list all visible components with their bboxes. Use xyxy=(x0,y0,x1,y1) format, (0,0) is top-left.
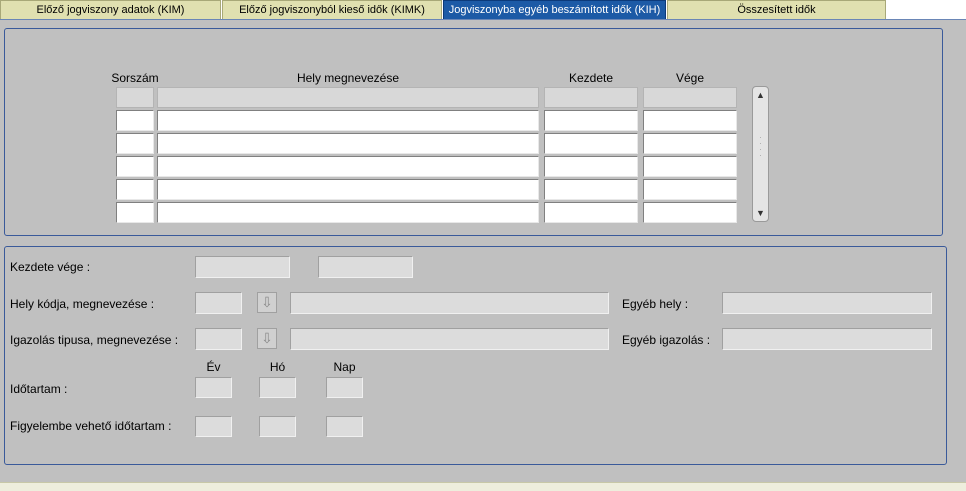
triangle-down-icon[interactable]: ▼ xyxy=(754,207,767,219)
cell-sorszam[interactable] xyxy=(116,110,154,131)
tab-osszesitett-idok[interactable]: Összesített idők xyxy=(667,0,886,19)
cell-kezdete[interactable] xyxy=(544,110,638,131)
egyeb-hely-field[interactable] xyxy=(722,292,932,314)
idotartam-ho-field[interactable] xyxy=(259,377,296,398)
cell-sorszam[interactable] xyxy=(116,156,154,177)
grid-scrollbar[interactable]: ▲ · · · · ▼ xyxy=(752,86,769,222)
hely-nev-field[interactable] xyxy=(290,292,609,314)
ev-label: Év xyxy=(206,360,221,374)
cell-vege[interactable] xyxy=(643,202,737,223)
tab-kieso-idok[interactable]: Előző jogviszonyból kieső idők (KIMK) xyxy=(222,0,442,19)
grid-header-cell-sorszam xyxy=(116,87,154,108)
hely-kod-field[interactable] xyxy=(195,292,242,314)
egyeb-hely-label: Egyéb hely : xyxy=(622,297,689,311)
cell-vege[interactable] xyxy=(643,179,737,200)
grid-header-cell-kezdete xyxy=(544,87,638,108)
down-arrow-icon: ⇩ xyxy=(261,294,273,310)
cell-kezdete[interactable] xyxy=(544,156,638,177)
header-sorszam: Sorszám xyxy=(111,71,159,85)
idotartam-ev-field[interactable] xyxy=(195,377,232,398)
tab-bar: Előző jogviszony adatok (KIM) Előző jogv… xyxy=(0,0,966,20)
tab-underline xyxy=(0,19,966,20)
header-kezdete: Kezdete xyxy=(568,71,614,85)
cell-hely[interactable] xyxy=(157,179,539,200)
tab-egyeb-beszamitott-idok[interactable]: Jogviszonyba egyéb beszámított idők (KIH… xyxy=(443,0,666,20)
nap-label: Nap xyxy=(333,360,356,374)
header-vege: Vége xyxy=(675,71,705,85)
cell-sorszam[interactable] xyxy=(116,179,154,200)
cell-sorszam[interactable] xyxy=(116,133,154,154)
cell-vege[interactable] xyxy=(643,156,737,177)
cell-kezdete[interactable] xyxy=(544,179,638,200)
figyelembe-ev-field[interactable] xyxy=(195,416,232,437)
cell-vege[interactable] xyxy=(643,110,737,131)
grid-header-cell-hely xyxy=(157,87,539,108)
cell-hely[interactable] xyxy=(157,202,539,223)
figyelembe-nap-field[interactable] xyxy=(326,416,363,437)
igazolas-tipusa-label: Igazolás tipusa, megnevezése : xyxy=(10,333,179,347)
cell-vege[interactable] xyxy=(643,133,737,154)
idotartam-nap-field[interactable] xyxy=(326,377,363,398)
figyelembe-ho-field[interactable] xyxy=(259,416,296,437)
tab-elozo-jogviszony[interactable]: Előző jogviszony adatok (KIM) xyxy=(0,0,221,19)
egyeb-igazolas-field[interactable] xyxy=(722,328,932,350)
figyelembe-vehetö-label: Figyelembe vehető időtartam : xyxy=(10,419,172,433)
cell-kezdete[interactable] xyxy=(544,202,638,223)
hely-lov-button[interactable]: ⇩ xyxy=(257,292,277,313)
vege-field[interactable] xyxy=(318,256,413,278)
igazolas-kod-field[interactable] xyxy=(195,328,242,350)
cell-hely[interactable] xyxy=(157,133,539,154)
igazolas-nev-field[interactable] xyxy=(290,328,609,350)
egyeb-igazolas-label: Egyéb igazolás : xyxy=(622,333,711,347)
igazolas-lov-button[interactable]: ⇩ xyxy=(257,328,277,349)
down-arrow-icon: ⇩ xyxy=(261,330,273,346)
status-strip xyxy=(0,482,966,491)
ho-label: Hó xyxy=(269,360,286,374)
triangle-up-icon[interactable]: ▲ xyxy=(754,89,767,101)
cell-kezdete[interactable] xyxy=(544,133,638,154)
hely-kodja-label: Hely kódja, megnevezése : xyxy=(10,297,155,311)
scroll-grip-icon[interactable]: · · · · xyxy=(757,134,764,165)
header-hely-megnevezese: Hely megnevezése xyxy=(296,71,400,85)
grid-header-cell-vege xyxy=(643,87,737,108)
cell-sorszam[interactable] xyxy=(116,202,154,223)
cell-hely[interactable] xyxy=(157,156,539,177)
idotartam-label: Időtartam : xyxy=(10,382,68,396)
cell-hely[interactable] xyxy=(157,110,539,131)
kezdete-field[interactable] xyxy=(195,256,290,278)
kezdete-vege-label: Kezdete vége : xyxy=(10,260,91,274)
